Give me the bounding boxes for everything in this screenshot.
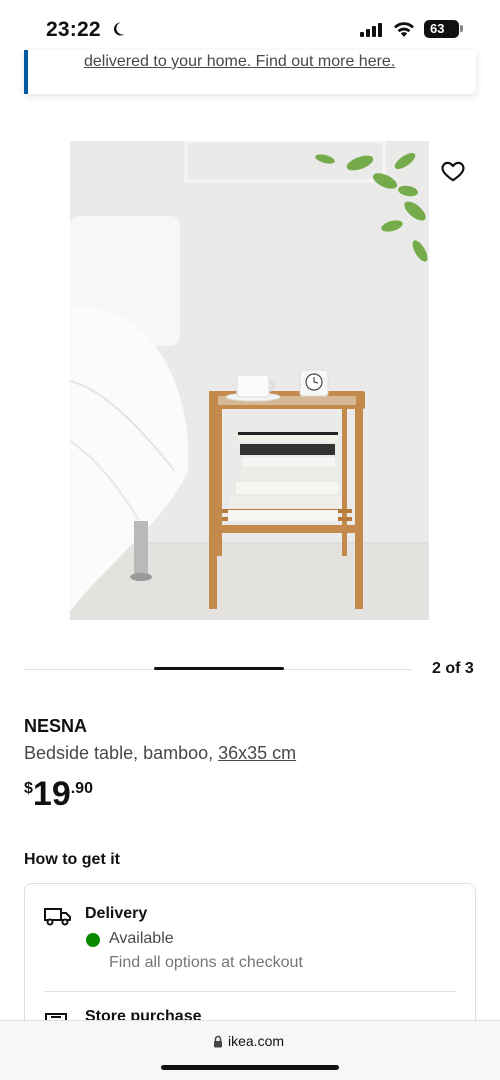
wifi-icon [394, 22, 414, 37]
product-price: $ 19 .90 [24, 776, 93, 812]
url-text[interactable]: ikea.com [228, 1033, 284, 1049]
availability-status-dot [86, 933, 100, 947]
how-to-get-it-heading: How to get it [24, 851, 120, 868]
delivery-title[interactable]: Delivery [85, 905, 147, 923]
price-integer: 19 [32, 775, 71, 813]
moon-icon [113, 22, 125, 36]
product-description: Bedside table, bamboo, 36x35 cm [24, 743, 296, 764]
price-decimal: .90 [70, 780, 93, 797]
product-dimensions-link[interactable]: 36x35 cm [218, 743, 296, 763]
carousel-counter: 2 of 3 [432, 660, 474, 677]
delivery-options-hint: Find all options at checkout [109, 954, 303, 971]
info-banner[interactable]: delivered to your home. Find out more he… [24, 50, 476, 94]
lock-icon [214, 1035, 222, 1048]
browser-address-bar[interactable] [0, 1020, 500, 1080]
truck-icon [44, 908, 71, 926]
product-image[interactable] [70, 141, 429, 620]
favorite-heart-icon[interactable] [440, 158, 466, 184]
card-divider [44, 991, 456, 992]
battery-icon: 63 [424, 20, 459, 38]
price-currency: $ [24, 780, 33, 797]
banner-accent [24, 50, 28, 94]
battery-tip [460, 25, 463, 32]
product-type: Bedside table, bamboo, [24, 743, 219, 763]
status-time: 23:22 [46, 18, 101, 41]
home-indicator[interactable] [161, 1065, 339, 1070]
status-bar: 23:22 63 [0, 0, 500, 56]
cellular-signal-icon [360, 22, 382, 37]
banner-link[interactable]: delivered to your home. Find out more he… [84, 53, 395, 71]
product-name: NESNA [24, 716, 88, 736]
carousel-position-indicator [154, 667, 284, 670]
delivery-availability: Available [109, 930, 174, 947]
